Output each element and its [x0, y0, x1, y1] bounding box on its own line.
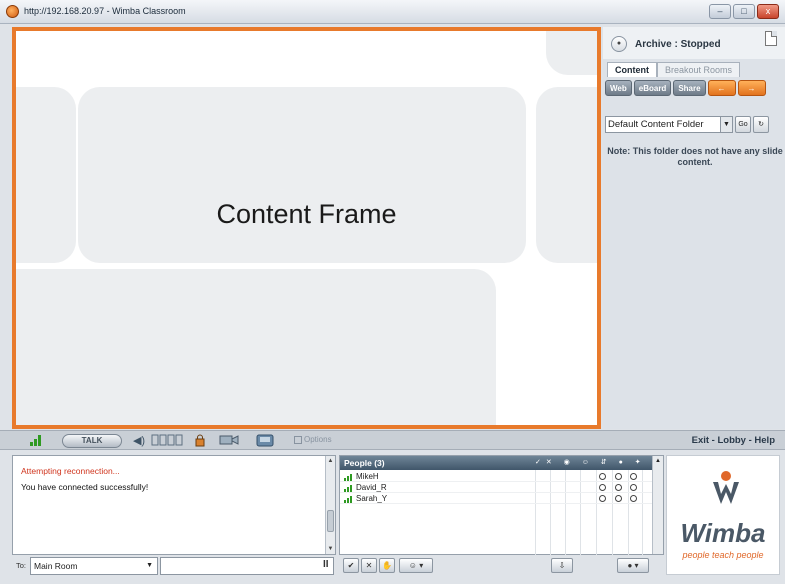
window-title: http://192.168.20.97 - Wimba Classroom	[24, 6, 186, 16]
people-list: People (3) ✓✕ ◉ ☺ ⇵ ● ✦ MikeH David_R Sa…	[339, 455, 664, 556]
window-titlebar: http://192.168.20.97 - Wimba Classroom –…	[0, 0, 785, 24]
status-icon	[630, 484, 637, 491]
decor-slab	[16, 87, 76, 263]
web-button[interactable]: Web	[605, 80, 632, 96]
options-toggle[interactable]: Options	[294, 435, 332, 444]
status-icon	[599, 484, 606, 491]
status-menu-button[interactable]: ☺ ▾	[399, 558, 433, 573]
signal-strength-icon	[30, 435, 41, 446]
volume-meter-icon[interactable]	[150, 434, 184, 448]
logo-wordmark: Wimba	[680, 518, 766, 548]
status-icon	[615, 495, 622, 502]
archive-status: Archive : Stopped	[635, 39, 721, 50]
to-label: To:	[16, 561, 27, 570]
maximize-button[interactable]: □	[733, 4, 755, 19]
go-button[interactable]: Go	[735, 116, 751, 133]
status-icon	[630, 473, 637, 480]
person-name: MikeH	[356, 472, 379, 481]
chat-message-input[interactable]	[160, 557, 334, 575]
status-icon	[599, 495, 606, 502]
refresh-icon[interactable]: ↻	[753, 116, 769, 133]
tab-content[interactable]: Content	[607, 62, 657, 77]
check-button[interactable]: ✔	[343, 558, 359, 573]
minimize-button[interactable]: –	[709, 4, 731, 19]
pause-icon[interactable]: II	[323, 559, 329, 570]
content-frame-label: Content Frame	[216, 199, 397, 229]
tab-breakout-rooms[interactable]: Breakout Rooms	[657, 62, 741, 77]
scroll-down-icon[interactable]: ▼	[326, 544, 335, 554]
status-icon	[599, 473, 606, 480]
signal-icon	[344, 474, 352, 481]
people-scrollbar[interactable]: ▲	[652, 456, 663, 554]
circle-menu-button[interactable]: ● ▾	[617, 558, 649, 573]
options-checkbox[interactable]	[294, 435, 302, 444]
wimba-logo: Wimba people teach people	[666, 455, 780, 575]
video-camera-icon[interactable]	[218, 434, 240, 448]
folder-note: Note: This folder does not have any slid…	[607, 146, 783, 167]
signal-icon	[344, 496, 352, 503]
content-folder-select[interactable]: Default Content Folder ▼	[605, 116, 733, 133]
chevron-down-icon: ▼	[146, 562, 153, 569]
people-column-icons: ✓✕ ◉ ☺ ⇵ ● ✦	[535, 459, 646, 466]
people-toolbar: II ✔ ✕ ✋ ☺ ▾ ⇩ ● ▾	[323, 557, 664, 576]
phone-icon[interactable]	[254, 434, 276, 448]
room-select[interactable]: Main Room ▼	[30, 557, 158, 575]
content-frame[interactable]: Content Frame	[12, 27, 601, 429]
signal-icon	[344, 485, 352, 492]
archive-row: ● Archive : Stopped	[603, 27, 785, 59]
chat-log[interactable]: Attempting reconnection... You have conn…	[12, 455, 336, 555]
content-folder-value: Default Content Folder	[608, 119, 704, 130]
person-name: Sarah_Y	[356, 494, 388, 503]
wimba-app-icon	[6, 5, 19, 18]
status-icon	[615, 484, 622, 491]
panel-tabs: Content Breakout Rooms	[607, 62, 741, 77]
people-row[interactable]: David_R	[340, 483, 653, 493]
scroll-thumb[interactable]	[327, 510, 334, 532]
exit-lobby-help-links[interactable]: Exit - Lobby - Help	[692, 435, 775, 446]
download-button[interactable]: ⇩	[551, 558, 573, 573]
talk-button[interactable]: TALK	[62, 434, 122, 448]
chevron-down-icon: ▼	[720, 117, 732, 132]
chat-input-row: To: Main Room ▼	[12, 557, 336, 576]
person-name: David_R	[356, 483, 387, 492]
room-select-value: Main Room	[34, 561, 78, 571]
scroll-up-icon[interactable]: ▲	[653, 456, 663, 466]
people-title: People (3)	[344, 458, 385, 468]
logo-tagline: people teach people	[682, 550, 764, 560]
lock-icon[interactable]	[193, 434, 207, 448]
cross-button[interactable]: ✕	[361, 558, 377, 573]
decor-slab	[16, 269, 496, 425]
wimba-figure-icon	[713, 471, 739, 504]
decor-slab	[546, 31, 597, 75]
chat-scrollbar[interactable]: ▲ ▼	[325, 456, 335, 554]
hand-raise-button[interactable]: ✋	[379, 558, 395, 573]
speaker-icon[interactable]: ◀)	[130, 434, 148, 448]
document-icon[interactable]	[765, 31, 777, 46]
people-row[interactable]: MikeH	[340, 472, 653, 482]
content-toolbar: Web eBoard Share ← →	[605, 80, 766, 96]
close-button[interactable]: x	[757, 4, 779, 19]
decor-slab	[78, 87, 526, 263]
people-header: People (3) ✓✕ ◉ ☺ ⇵ ● ✦	[340, 456, 653, 470]
previous-slide-button[interactable]: ←	[707, 80, 736, 96]
scroll-up-icon[interactable]: ▲	[326, 456, 335, 466]
status-icon	[615, 473, 622, 480]
eboard-button[interactable]: eBoard	[633, 80, 672, 96]
status-icon	[630, 495, 637, 502]
next-slide-button[interactable]: →	[737, 80, 766, 96]
options-label: Options	[304, 435, 332, 444]
content-panel: ● Archive : Stopped Content Breakout Roo…	[603, 27, 785, 429]
chat-message: You have connected successfully!	[21, 482, 149, 492]
people-row[interactable]: Sarah_Y	[340, 494, 653, 504]
share-button[interactable]: Share	[673, 80, 706, 96]
audio-control-bar: TALK ◀) Options Exit - Lobby - Help	[0, 430, 785, 450]
record-button[interactable]: ●	[611, 36, 627, 52]
chat-message: Attempting reconnection...	[21, 466, 120, 476]
folder-row: Default Content Folder ▼ Go ↻	[605, 116, 769, 133]
decor-slab	[536, 87, 597, 263]
